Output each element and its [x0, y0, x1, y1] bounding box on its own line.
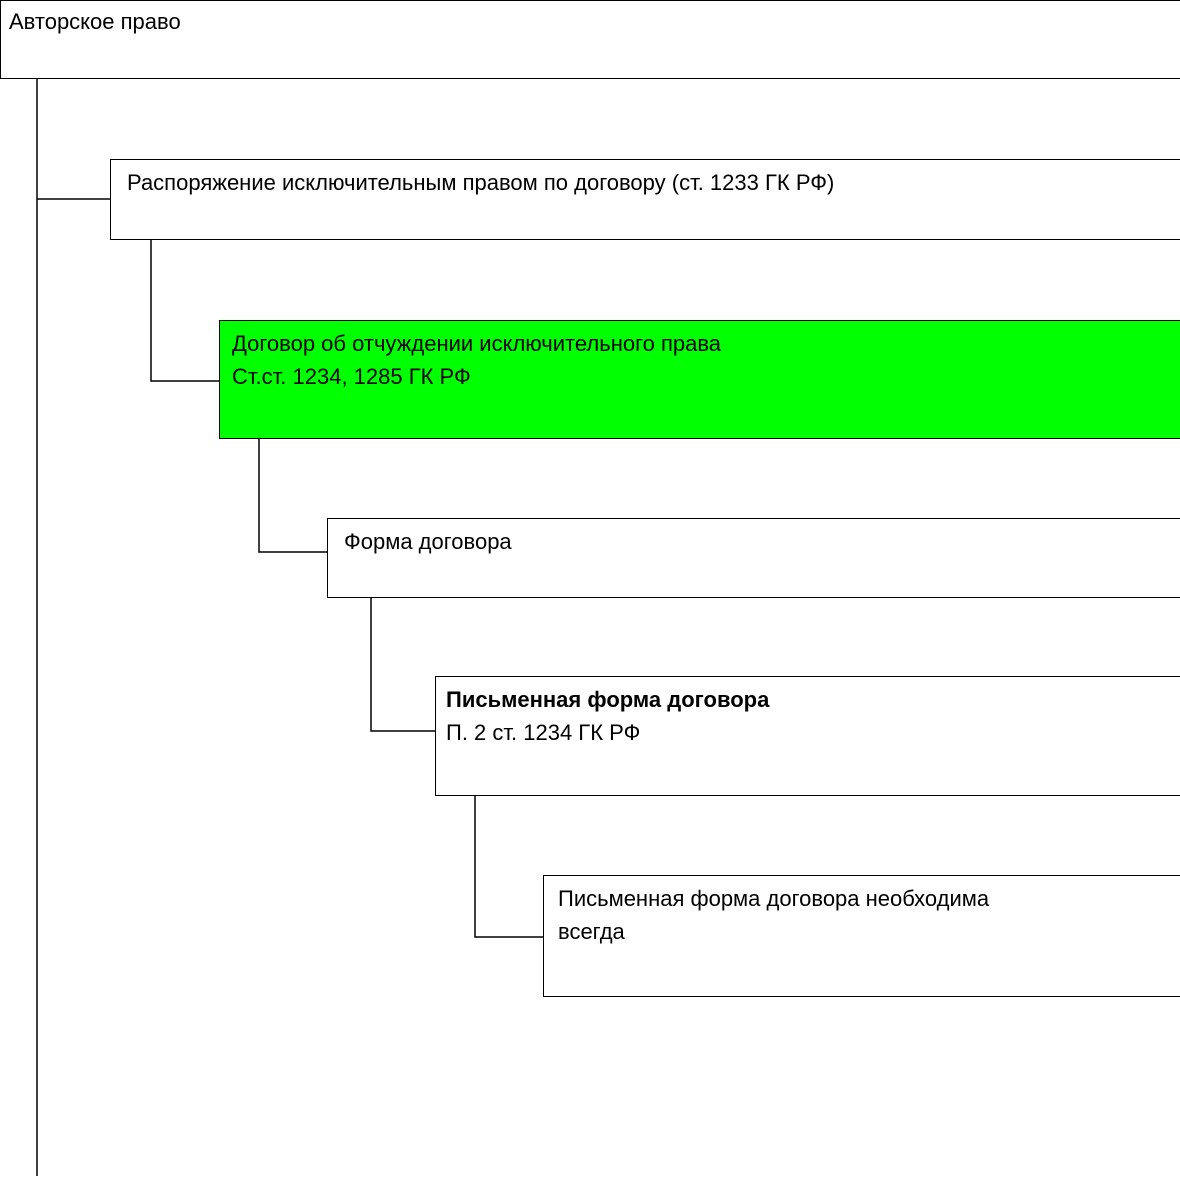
connector-node-2-to-node-3 — [258, 439, 327, 553]
connector-node-4-to-node-5 — [474, 796, 543, 938]
node-2-line-2: Ст.ст. 1234, 1285 ГК РФ — [232, 364, 471, 389]
node-4-line-1: Письменная форма договора — [446, 687, 770, 712]
node-2-line-1: Договор об отчуждении исключительного пр… — [232, 331, 722, 356]
node-3-line-1: Форма договора — [344, 529, 512, 554]
node-1-line-1: Распоряжение исключительным правом по до… — [127, 170, 835, 195]
node-5-line-1: Письменная форма договора необходима — [558, 886, 990, 911]
node-written-form-always-required: Письменная форма договора необходима все… — [543, 875, 1180, 997]
connector-node-3-to-node-4 — [370, 598, 435, 732]
connector-node-1-to-node-2 — [150, 240, 219, 382]
node-5-line-2: всегда — [558, 919, 625, 944]
node-written-form: Письменная форма договора П. 2 ст. 1234 … — [435, 676, 1180, 796]
root-node-author-rights: Авторское право — [0, 0, 1180, 79]
node-4-line-2: П. 2 ст. 1234 ГК РФ — [446, 720, 641, 745]
node-disposal-of-exclusive-right: Распоряжение исключительным правом по до… — [110, 159, 1180, 240]
node-contract-form: Форма договора — [327, 518, 1180, 598]
root-node-label: Авторское право — [9, 9, 181, 34]
node-alienation-contract: Договор об отчуждении исключительного пр… — [219, 320, 1180, 439]
